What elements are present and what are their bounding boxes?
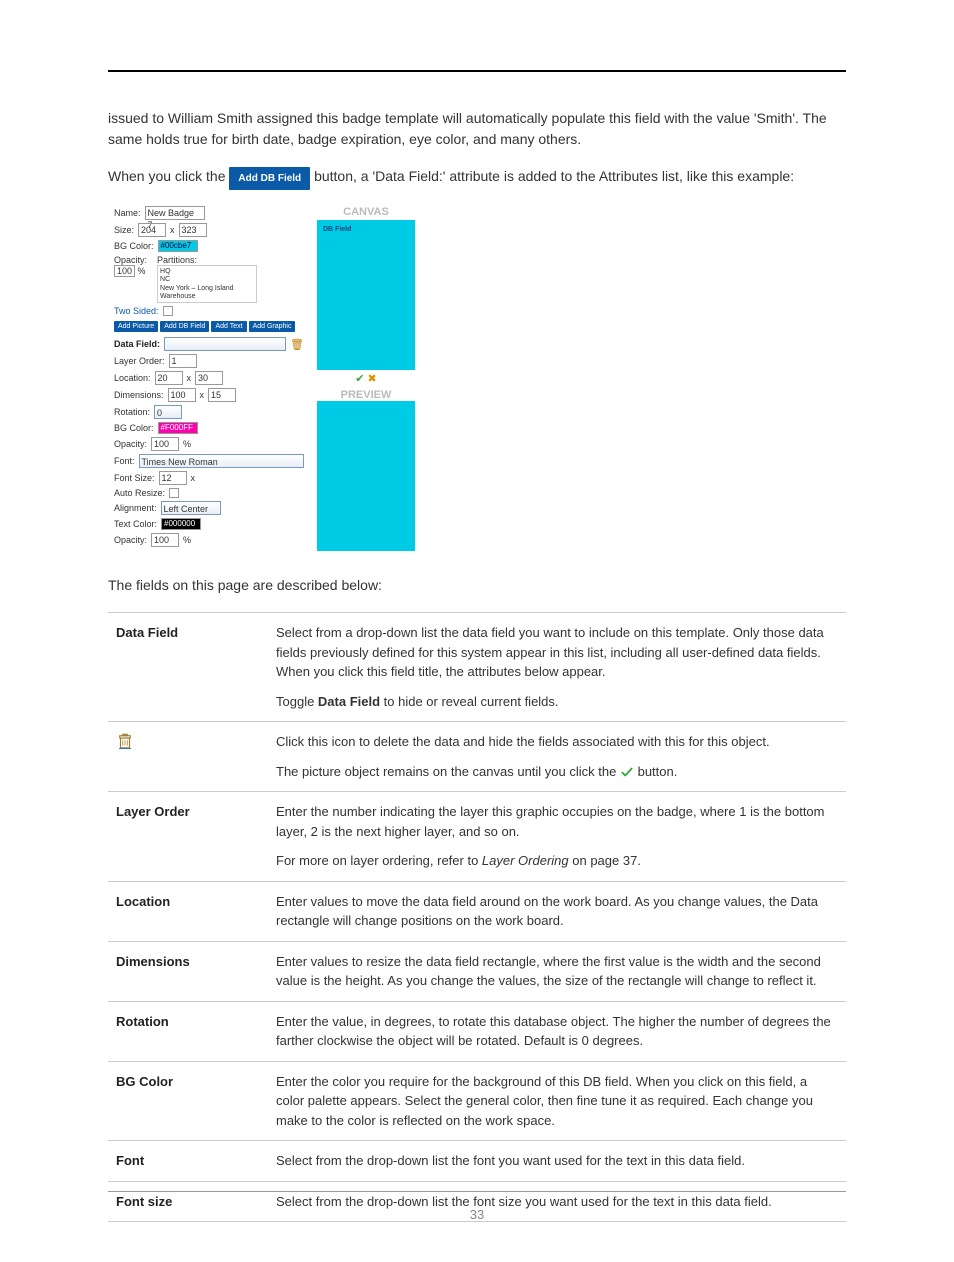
table-row: Rotation Enter the value, in degrees, to… bbox=[108, 1001, 846, 1061]
partition-item[interactable]: HQ bbox=[160, 268, 254, 276]
partition-item[interactable]: New York – Long Island Warehouse bbox=[160, 285, 254, 302]
field-desc: Enter the color you require for the back… bbox=[268, 1061, 846, 1141]
location-y-input[interactable]: 30 bbox=[195, 371, 223, 385]
opacity2-label: Opacity: bbox=[114, 439, 147, 449]
table-row: BG Color Enter the color you require for… bbox=[108, 1061, 846, 1141]
table-row: Location Enter values to move the data f… bbox=[108, 881, 846, 941]
opacity-input[interactable]: 100 bbox=[114, 265, 135, 277]
add-db-field-button-inline: Add DB Field bbox=[229, 167, 310, 190]
layer-order-label: Layer Order: bbox=[114, 356, 165, 366]
rotation-label: Rotation: bbox=[114, 407, 150, 417]
alignment-dropdown[interactable]: Left Center bbox=[161, 501, 221, 515]
opacity3-label: Opacity: bbox=[114, 535, 147, 545]
intro-paragraph-2: When you click the Add DB Field button, … bbox=[108, 166, 846, 190]
textcolor-label: Text Color: bbox=[114, 519, 157, 529]
dim-w-input[interactable]: 100 bbox=[168, 388, 196, 402]
field-desc: Enter values to move the data field arou… bbox=[268, 881, 846, 941]
font-dropdown[interactable]: Times New Roman bbox=[139, 454, 304, 468]
field-label-font: Font bbox=[108, 1141, 268, 1182]
font-label: Font: bbox=[114, 456, 135, 466]
field-label-location: Location bbox=[108, 881, 268, 941]
partition-item[interactable]: NC bbox=[160, 276, 254, 284]
field-label-bgcolor: BG Color bbox=[108, 1061, 268, 1141]
field-desc: Enter values to resize the data field re… bbox=[268, 941, 846, 1001]
field-desc: Enter the number indicating the layer th… bbox=[268, 792, 846, 882]
data-field-dropdown[interactable] bbox=[164, 337, 286, 351]
trash-icon bbox=[116, 732, 134, 750]
add-picture-button[interactable]: Add Picture bbox=[114, 321, 158, 332]
size-label: Size: bbox=[114, 225, 134, 235]
bgcolor-swatch[interactable]: #00cbe7 bbox=[158, 240, 198, 252]
percent-sign: % bbox=[138, 266, 146, 276]
intro-p2-text-after: button, a 'Data Field:' attribute is add… bbox=[314, 168, 794, 184]
fields-description-table: Data Field Select from a drop-down list … bbox=[108, 612, 846, 1222]
percent-sign-3: % bbox=[183, 535, 191, 545]
dim-h-input[interactable]: 15 bbox=[208, 388, 236, 402]
cancel-icon[interactable]: ✖ bbox=[368, 373, 377, 385]
field-desc: Enter the value, in degrees, to rotate t… bbox=[268, 1001, 846, 1061]
size-height-input[interactable]: 323 bbox=[179, 223, 207, 237]
intro-p2-text-before: When you click the bbox=[108, 168, 229, 184]
field-label-layer-order: Layer Order bbox=[108, 792, 268, 882]
layer-order-input[interactable]: 1 bbox=[169, 354, 197, 368]
opacity-label: Opacity: bbox=[114, 255, 147, 265]
two-sided-checkbox[interactable] bbox=[163, 306, 173, 316]
opacity3-input[interactable]: 100 bbox=[151, 533, 179, 547]
check-icon bbox=[620, 765, 634, 779]
table-row: Font Select from the drop-down list the … bbox=[108, 1141, 846, 1182]
autoresize-checkbox[interactable] bbox=[169, 488, 179, 498]
textcolor-swatch[interactable]: #000000 bbox=[161, 518, 201, 530]
intro-paragraph-1: issued to William Smith assigned this ba… bbox=[108, 108, 846, 150]
bgcolor2-label: BG Color: bbox=[114, 423, 154, 433]
field-desc: Click this icon to delete the data and h… bbox=[268, 722, 846, 792]
dimensions-label: Dimensions: bbox=[114, 390, 164, 400]
partitions-list[interactable]: HQ NC New York – Long Island Warehouse bbox=[157, 265, 257, 303]
size-width-input[interactable]: 204 bbox=[138, 223, 166, 237]
partitions-label: Partitions: bbox=[157, 255, 197, 265]
canvas-db-field-marker: DB Field bbox=[323, 226, 351, 233]
fontsize-label: Font Size: bbox=[114, 473, 155, 483]
location-label: Location: bbox=[114, 373, 151, 383]
field-label-datafield: Data Field bbox=[108, 613, 268, 722]
two-sided-label: Two Sided: bbox=[114, 306, 159, 316]
rotation-dropdown[interactable]: 0 bbox=[154, 405, 182, 419]
percent-sign-2: % bbox=[183, 439, 191, 449]
fields-described-text: The fields on this page are described be… bbox=[108, 575, 846, 596]
data-field-label: Data Field: bbox=[114, 339, 160, 349]
field-label-rotation: Rotation bbox=[108, 1001, 268, 1061]
table-row: Layer Order Enter the number indicating … bbox=[108, 792, 846, 882]
check-icon[interactable]: ✔ bbox=[355, 373, 364, 385]
trash-icon[interactable]: 🗑 bbox=[290, 338, 304, 351]
bgcolor2-swatch[interactable]: #F000FF bbox=[158, 422, 198, 434]
name-input[interactable]: New Badge 7 bbox=[145, 206, 205, 220]
alignment-label: Alignment: bbox=[114, 503, 157, 513]
table-row: Dimensions Enter values to resize the da… bbox=[108, 941, 846, 1001]
field-label-trash bbox=[108, 722, 268, 792]
preview-box bbox=[317, 401, 415, 551]
add-text-button[interactable]: Add Text bbox=[211, 321, 246, 332]
preview-label: PREVIEW bbox=[341, 389, 392, 401]
name-label: Name: bbox=[114, 208, 141, 218]
page-number: 33 bbox=[0, 1207, 954, 1222]
canvas-label: CANVAS bbox=[343, 206, 389, 218]
field-label-dimensions: Dimensions bbox=[108, 941, 268, 1001]
location-x-input[interactable]: 20 bbox=[155, 371, 183, 385]
add-graphic-button[interactable]: Add Graphic bbox=[249, 321, 296, 332]
field-desc: Select from the drop-down list the font … bbox=[268, 1141, 846, 1182]
table-row: Data Field Select from a drop-down list … bbox=[108, 613, 846, 722]
add-db-field-button[interactable]: Add DB Field bbox=[160, 321, 209, 332]
bgcolor-label: BG Color: bbox=[114, 241, 154, 251]
table-row: Click this icon to delete the data and h… bbox=[108, 722, 846, 792]
attributes-panel-figure: Name:New Badge 7 Size:204x323 BG Color:#… bbox=[108, 206, 846, 551]
autoresize-label: Auto Resize: bbox=[114, 488, 165, 498]
opacity2-input[interactable]: 100 bbox=[151, 437, 179, 451]
fontsize-input[interactable]: 12 bbox=[159, 471, 187, 485]
canvas-box[interactable]: DB Field bbox=[317, 220, 415, 370]
field-desc: Select from a drop-down list the data fi… bbox=[268, 613, 846, 722]
